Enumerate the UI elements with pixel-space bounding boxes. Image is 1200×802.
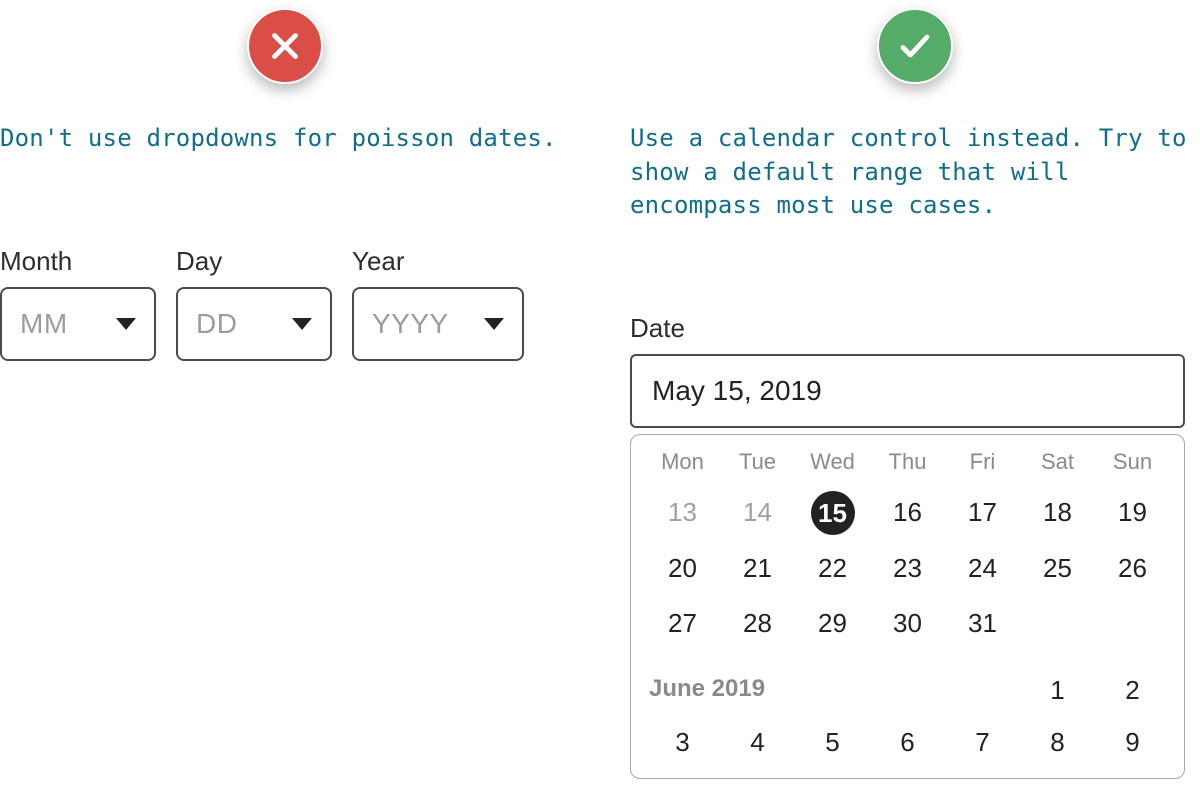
- calendar-day-selected[interactable]: 15: [811, 491, 855, 535]
- bad-tip-text: Don't use dropdowns for poisson dates.: [0, 122, 570, 156]
- calendar-day[interactable]: 2: [1095, 675, 1170, 706]
- calendar-day[interactable]: 29: [795, 602, 870, 645]
- calendar-weekday: Thu: [870, 445, 945, 479]
- calendar-weekday: Wed: [795, 445, 870, 479]
- date-label: Date: [630, 313, 1200, 344]
- calendar-day[interactable]: 17: [945, 491, 1020, 535]
- calendar-day[interactable]: 24: [945, 547, 1020, 590]
- bad-example-column: Don't use dropdowns for poisson dates. M…: [0, 0, 600, 779]
- calendar-day[interactable]: 20: [645, 547, 720, 590]
- day-placeholder: DD: [196, 308, 237, 340]
- calendar-day[interactable]: 21: [720, 547, 795, 590]
- calendar-day[interactable]: 30: [870, 602, 945, 645]
- calendar-weekday: Sat: [1020, 445, 1095, 479]
- month-placeholder: MM: [20, 308, 68, 340]
- date-dropdown-group: Month MM Day DD Year YYYY: [0, 246, 570, 361]
- calendar-day[interactable]: 5: [795, 721, 870, 764]
- calendar-weekday: Mon: [645, 445, 720, 479]
- date-input-value: May 15, 2019: [652, 375, 822, 407]
- calendar-day[interactable]: 8: [1020, 721, 1095, 764]
- calendar-day[interactable]: 28: [720, 602, 795, 645]
- calendar-day[interactable]: 31: [945, 602, 1020, 645]
- year-dropdown[interactable]: YYYY: [352, 287, 524, 361]
- day-dropdown[interactable]: DD: [176, 287, 332, 361]
- chevron-down-icon: [292, 318, 312, 330]
- calendar-day[interactable]: 26: [1095, 547, 1170, 590]
- calendar-day[interactable]: 18: [1020, 491, 1095, 535]
- calendar-day[interactable]: 4: [720, 721, 795, 764]
- date-input[interactable]: May 15, 2019: [630, 354, 1185, 428]
- calendar-weekday: Tue: [720, 445, 795, 479]
- chevron-down-icon: [116, 318, 136, 330]
- calendar-day[interactable]: 25: [1020, 547, 1095, 590]
- good-example-column: Use a calendar control instead. Try to s…: [600, 0, 1200, 779]
- calendar-day[interactable]: 27: [645, 602, 720, 645]
- calendar-day[interactable]: 14: [720, 491, 795, 535]
- cross-icon: [247, 8, 323, 84]
- calendar-day[interactable]: 6: [870, 721, 945, 764]
- good-tip-text: Use a calendar control instead. Try to s…: [630, 122, 1200, 223]
- calendar-day[interactable]: 16: [870, 491, 945, 535]
- year-label: Year: [352, 246, 524, 277]
- check-icon: [877, 8, 953, 84]
- calendar-popover: MonTueWedThuFriSatSun1314151617181920212…: [630, 434, 1185, 779]
- calendar-day[interactable]: 7: [945, 721, 1020, 764]
- calendar-day[interactable]: 22: [795, 547, 870, 590]
- calendar-weekday: Fri: [945, 445, 1020, 479]
- calendar-day[interactable]: 19: [1095, 491, 1170, 535]
- calendar-day[interactable]: 3: [645, 721, 720, 764]
- calendar-day[interactable]: 1: [1020, 675, 1095, 706]
- calendar-empty: [1020, 602, 1095, 645]
- day-label: Day: [176, 246, 332, 277]
- calendar-day[interactable]: 9: [1095, 721, 1170, 764]
- calendar-weekday: Sun: [1095, 445, 1170, 479]
- calendar-day[interactable]: 23: [870, 547, 945, 590]
- month-dropdown[interactable]: MM: [0, 287, 156, 361]
- chevron-down-icon: [484, 318, 504, 330]
- calendar-empty: [1095, 602, 1170, 645]
- calendar-day[interactable]: 13: [645, 491, 720, 535]
- year-placeholder: YYYY: [372, 308, 449, 340]
- month-label: Month: [0, 246, 156, 277]
- calendar-next-month-label: June 201912: [645, 657, 1170, 709]
